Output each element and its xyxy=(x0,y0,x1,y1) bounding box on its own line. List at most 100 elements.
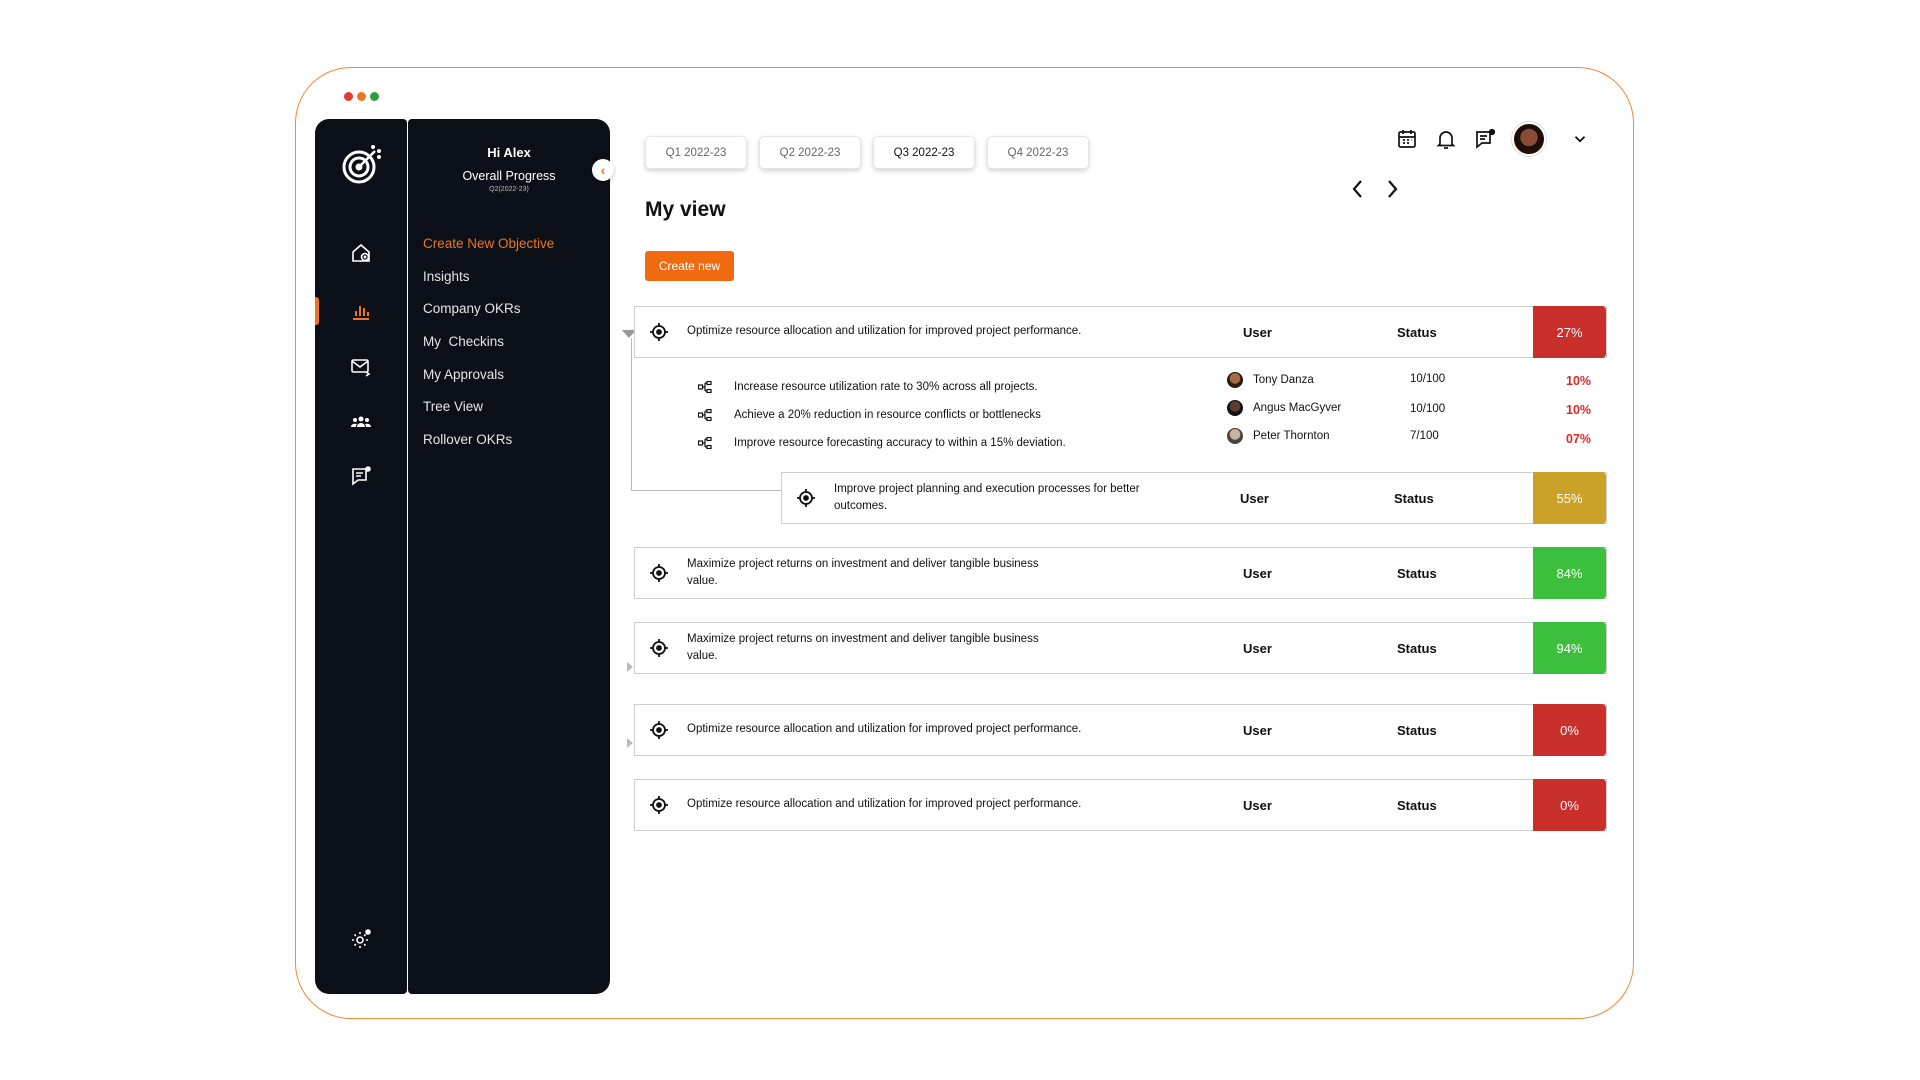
key-result-score: 7/100 xyxy=(1410,430,1439,442)
sidebar-item-my-approvals[interactable]: My Approvals xyxy=(423,365,554,398)
key-result-progress: 10% xyxy=(1566,374,1592,388)
key-result-progress: 07% xyxy=(1566,432,1592,446)
avatar[interactable] xyxy=(1512,122,1546,156)
objective-title: Maximize project returns on investment a… xyxy=(687,558,1039,587)
progress-badge: 84% xyxy=(1533,547,1606,599)
target-icon xyxy=(650,721,668,739)
progress-badge: 0% xyxy=(1533,704,1606,756)
sidebar-item-rollover-okrs[interactable]: Rollover OKRs xyxy=(423,430,554,463)
progress-badge: 0% xyxy=(1533,779,1606,831)
message-icon[interactable] xyxy=(349,464,373,488)
objective-title: Optimize resource allocation and utiliza… xyxy=(687,325,1082,337)
tab-q4[interactable]: Q4 2022-23 xyxy=(987,136,1089,169)
key-result-owner[interactable]: Peter Thornton xyxy=(1227,428,1330,444)
tab-q3[interactable]: Q3 2022-23 xyxy=(873,136,975,169)
objective-user: User xyxy=(1240,491,1269,506)
sidebar-item-create-new-objective[interactable]: Create New Objective xyxy=(423,234,554,267)
target-logo-icon[interactable] xyxy=(339,141,385,187)
objective-row[interactable]: Optimize resource allocation and utiliza… xyxy=(634,704,1607,756)
key-result-progress: 10% xyxy=(1566,403,1592,417)
tree-connector xyxy=(631,338,632,490)
sidebar-menu: Create New Objective Insights Company OK… xyxy=(423,234,554,463)
objective-row[interactable]: Optimize resource allocation and utiliza… xyxy=(634,306,1607,358)
bar-chart-icon[interactable] xyxy=(349,299,373,323)
top-toolbar xyxy=(1395,122,1589,156)
mail-icon[interactable] xyxy=(349,355,373,379)
progress-badge: 55% xyxy=(1533,472,1606,524)
settings-icon[interactable] xyxy=(349,927,373,951)
objective-title: Maximize project returns on investment a… xyxy=(687,633,1039,662)
objective-user: User xyxy=(1243,798,1272,813)
progress-badge: 27% xyxy=(1533,306,1606,358)
create-new-button[interactable]: Create new xyxy=(645,251,734,281)
objective-row[interactable]: Improve project planning and execution p… xyxy=(781,472,1607,524)
key-result-owner[interactable]: Tony Danza xyxy=(1227,372,1314,388)
tab-q2[interactable]: Q2 2022-23 xyxy=(759,136,861,169)
objective-row[interactable]: Maximize project returns on investment a… xyxy=(634,622,1607,674)
sidebar-panel: Hi Alex Overall Progress Q2(2022-23) Cre… xyxy=(408,119,610,994)
objective-status: Status xyxy=(1397,325,1437,340)
key-result-owner[interactable]: Angus MacGyver xyxy=(1227,400,1341,416)
expand-caret-icon[interactable] xyxy=(627,662,633,672)
progress-badge: 94% xyxy=(1533,622,1606,674)
bell-icon[interactable] xyxy=(1434,127,1458,151)
rail-active-indicator xyxy=(315,297,319,325)
close-dot[interactable] xyxy=(344,92,353,101)
chevron-down-icon[interactable] xyxy=(1571,130,1589,148)
sidebar-item-insights[interactable]: Insights xyxy=(423,267,554,300)
avatar xyxy=(1227,428,1243,444)
objective-user: User xyxy=(1243,325,1272,340)
expand-caret-icon[interactable] xyxy=(627,738,633,748)
objective-status: Status xyxy=(1397,641,1437,656)
period-navigation xyxy=(1349,178,1401,200)
sidebar-item-company-okrs[interactable]: Company OKRs xyxy=(423,299,554,332)
calendar-icon[interactable] xyxy=(1395,127,1419,151)
team-icon[interactable] xyxy=(349,410,373,434)
maximize-dot[interactable] xyxy=(370,92,379,101)
objective-row[interactable]: Maximize project returns on investment a… xyxy=(634,547,1607,599)
home-icon[interactable] xyxy=(349,241,373,265)
key-result-score: 10/100 xyxy=(1410,403,1446,415)
chevron-left-icon[interactable] xyxy=(1349,178,1367,200)
key-result-icon xyxy=(698,437,712,449)
chevron-right-icon[interactable] xyxy=(1383,178,1401,200)
window-controls xyxy=(344,92,379,101)
objective-user: User xyxy=(1243,641,1272,656)
objective-status: Status xyxy=(1394,491,1434,506)
objective-user: User xyxy=(1243,566,1272,581)
key-result-score: 10/100 xyxy=(1410,373,1446,385)
objective-title: Optimize resource allocation and utiliza… xyxy=(687,723,1082,735)
sidebar-item-my-checkins[interactable]: My Checkins xyxy=(423,332,554,365)
objective-status: Status xyxy=(1397,566,1437,581)
collapse-sidebar-button[interactable]: ‹ xyxy=(592,159,614,181)
minimize-dot[interactable] xyxy=(357,92,366,101)
objective-row[interactable]: Optimize resource allocation and utiliza… xyxy=(634,779,1607,831)
target-icon xyxy=(650,639,668,657)
page-title: My view xyxy=(645,198,726,221)
key-result-title: Increase resource utilization rate to 30… xyxy=(734,381,1038,393)
avatar xyxy=(1227,372,1243,388)
target-icon xyxy=(650,323,668,341)
key-result-icon xyxy=(698,381,712,393)
key-result-icon xyxy=(698,409,712,421)
greeting: Hi Alex xyxy=(487,145,531,160)
key-result-title: Achieve a 20% reduction in resource conf… xyxy=(734,409,1041,421)
quarter-tabs: Q1 2022-23 Q2 2022-23 Q3 2022-23 Q4 2022… xyxy=(645,136,1089,169)
target-icon xyxy=(650,796,668,814)
target-icon xyxy=(650,564,668,582)
target-icon xyxy=(797,489,815,507)
key-result-title: Improve resource forecasting accuracy to… xyxy=(734,437,1066,449)
objective-title: Improve project planning and execution p… xyxy=(834,483,1140,512)
avatar xyxy=(1227,400,1243,416)
chevron-left-icon: ‹ xyxy=(600,162,606,178)
objective-user: User xyxy=(1243,723,1272,738)
objective-status: Status xyxy=(1397,798,1437,813)
tab-q1[interactable]: Q1 2022-23 xyxy=(645,136,747,169)
objective-status: Status xyxy=(1397,723,1437,738)
tree-connector xyxy=(631,490,781,491)
overall-progress-period: Q2(2022-23) xyxy=(489,186,529,193)
objective-title: Optimize resource allocation and utiliza… xyxy=(687,798,1082,810)
chat-icon[interactable] xyxy=(1473,127,1497,151)
icon-rail xyxy=(315,119,407,994)
sidebar-item-tree-view[interactable]: Tree View xyxy=(423,397,554,430)
